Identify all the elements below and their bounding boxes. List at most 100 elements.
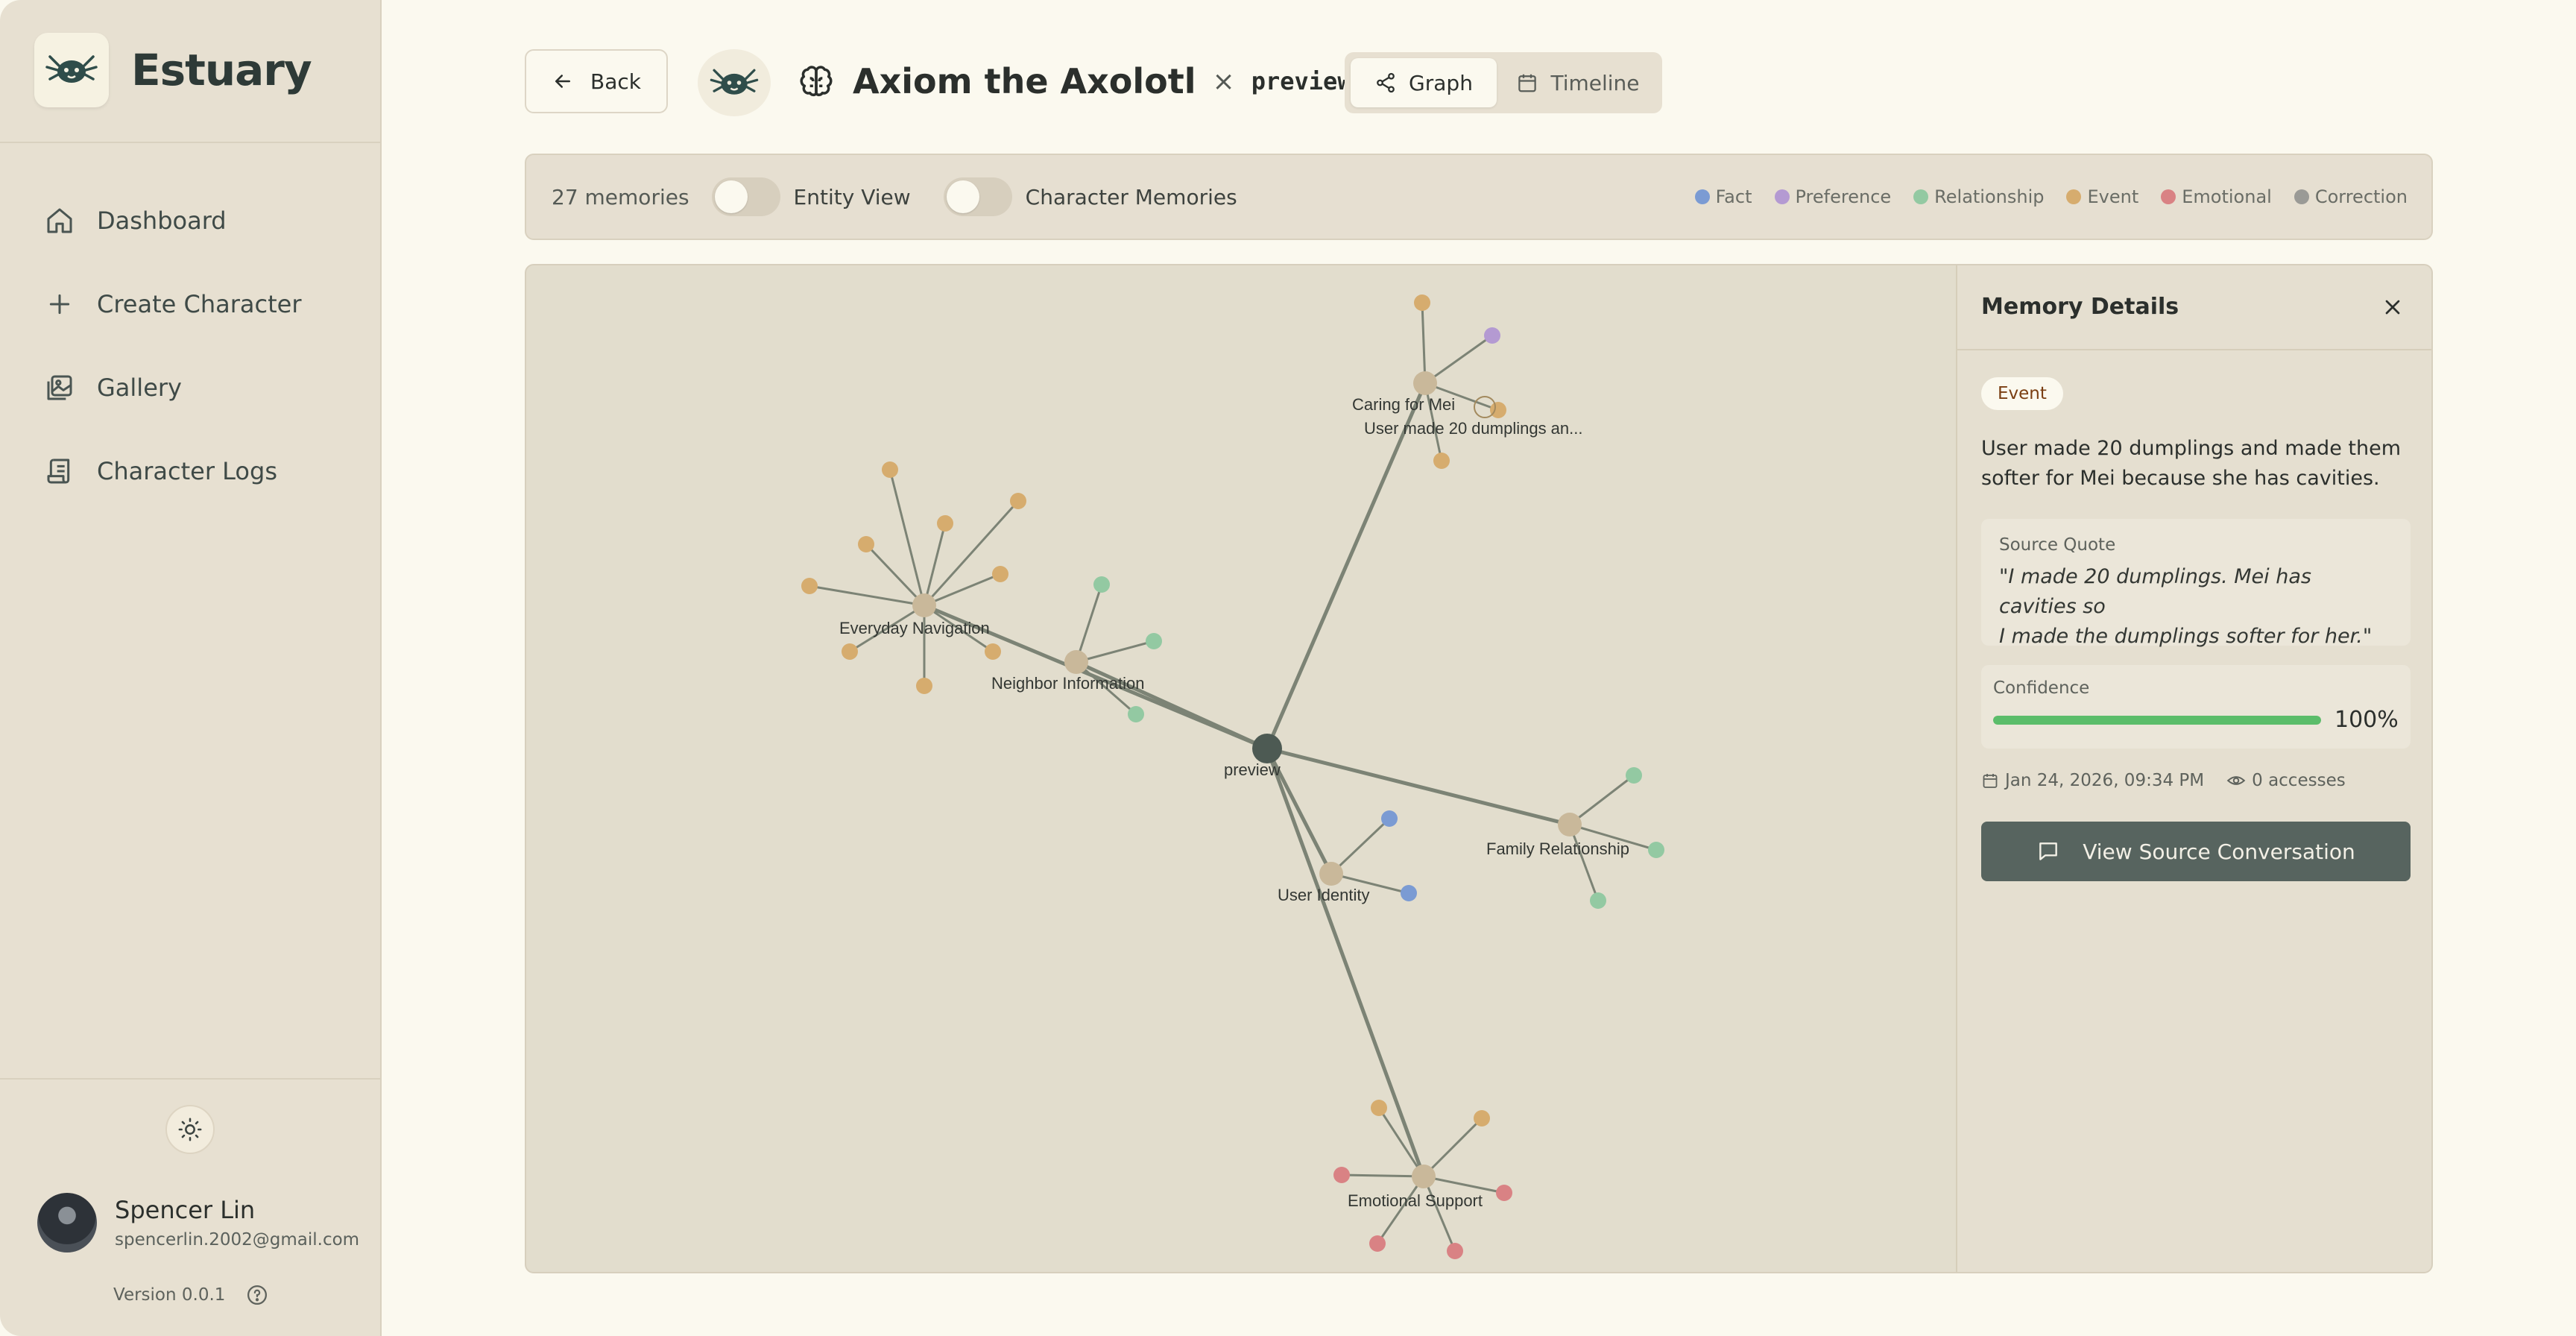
memory-node[interactable]: [992, 566, 1008, 582]
legend-dot: [2066, 189, 2082, 204]
memory-node[interactable]: [1333, 1167, 1350, 1183]
source-quote-line: I made the dumplings softer for her.": [1999, 625, 2373, 648]
sidebar-item-gallery[interactable]: Gallery: [43, 346, 301, 429]
memory-node[interactable]: [1369, 1235, 1386, 1252]
arrow-left-icon: [555, 75, 570, 88]
memory-node[interactable]: [1414, 294, 1430, 311]
memory-node[interactable]: [1010, 493, 1026, 509]
legend-item-event[interactable]: Event: [2066, 186, 2138, 207]
memory-edge: [924, 573, 1001, 607]
cluster-node[interactable]: [1064, 650, 1088, 674]
confidence-label: Confidence: [1993, 678, 2090, 698]
sidebar-divider: [0, 142, 382, 143]
memory-edge: [1423, 1175, 1505, 1194]
cluster-label: Neighbor Information: [991, 674, 1144, 693]
sidebar-item-dashboard[interactable]: Dashboard: [43, 179, 301, 262]
cluster-node[interactable]: [1319, 862, 1343, 886]
memory-node[interactable]: [1474, 1110, 1490, 1127]
tab-timeline-label: Timeline: [1550, 70, 1640, 95]
memory-node[interactable]: [1146, 633, 1162, 649]
confidence-box: Confidence 100%: [1981, 665, 2411, 749]
user-profile[interactable]: Spencer Lin spencerlin.2002@gmail.com: [37, 1193, 359, 1252]
memory-node[interactable]: [882, 461, 898, 478]
memory-node[interactable]: [1381, 810, 1398, 827]
memory-meta: Jan 24, 2026, 09:34 PM 0 accesses: [1981, 771, 2368, 790]
cluster-node[interactable]: [1412, 1165, 1436, 1188]
message-icon: [2039, 842, 2058, 860]
page-subtitle: preview: [1251, 67, 1352, 95]
theme-toggle-button[interactable]: [165, 1105, 215, 1154]
memory-node[interactable]: [1590, 892, 1606, 909]
cluster-node[interactable]: [1558, 813, 1582, 836]
legend-item-emotional[interactable]: Emotional: [2161, 186, 2272, 207]
legend-item-relationship[interactable]: Relationship: [1913, 186, 2044, 207]
sidebar-item-label: Dashboard: [97, 207, 227, 235]
sidebar-item-label: Character Logs: [97, 457, 277, 485]
memory-node[interactable]: [1484, 327, 1500, 344]
legend-dot: [1913, 189, 1929, 204]
memory-node[interactable]: [1371, 1100, 1387, 1116]
memory-node[interactable]: [916, 678, 932, 694]
brain-icon: [800, 66, 833, 97]
memory-node[interactable]: [937, 515, 953, 532]
close-icon[interactable]: [2381, 295, 2405, 319]
sidebar-item-create-character[interactable]: Create Character: [43, 262, 301, 346]
legend-label: Preference: [1795, 186, 1892, 207]
memory-edge: [1076, 640, 1155, 664]
version-info: Version 0.0.1: [113, 1284, 268, 1306]
app-name: Estuary: [131, 45, 312, 95]
help-icon[interactable]: [246, 1284, 268, 1306]
cluster-label: User Identity: [1278, 886, 1370, 904]
memory-edge: [1376, 1176, 1425, 1244]
memory-node[interactable]: [985, 643, 1001, 660]
memory-node[interactable]: [1401, 885, 1417, 901]
memory-node[interactable]: [1093, 576, 1110, 593]
details-title: Memory Details: [1981, 294, 2179, 320]
tab-timeline[interactable]: Timeline: [1500, 58, 1656, 107]
root-node[interactable]: [1252, 734, 1282, 763]
sidebar-nav: Dashboard Create Character Gallery Chara…: [43, 179, 301, 513]
legend: Fact Preference Relationship Event Emoti…: [1694, 155, 2408, 239]
back-button[interactable]: Back: [525, 49, 668, 113]
memory-node[interactable]: [1648, 842, 1664, 858]
memory-edge: [1330, 817, 1391, 875]
access-count: 0 accesses: [2252, 771, 2346, 790]
memory-node[interactable]: [1626, 767, 1642, 784]
cluster-node[interactable]: [1413, 371, 1437, 395]
memory-graph[interactable]: Caring for Mei Everyday Navigation Neigh…: [526, 265, 1956, 1273]
root-edge: [1266, 746, 1570, 827]
memory-edge: [1075, 584, 1103, 663]
memory-edge: [888, 469, 926, 606]
eye-icon: [2226, 776, 2246, 785]
memory-node[interactable]: [1433, 453, 1450, 469]
legend-item-preference[interactable]: Preference: [1774, 186, 1892, 207]
memory-node[interactable]: [1490, 402, 1506, 418]
tab-graph[interactable]: Graph: [1351, 58, 1497, 107]
calendar-icon: [1518, 74, 1537, 92]
memory-node[interactable]: [1496, 1185, 1512, 1201]
character-memories-toggle[interactable]: [943, 177, 1012, 216]
filter-bar: 27 memories Entity View Character Memori…: [525, 154, 2433, 240]
entity-view-toggle[interactable]: [711, 177, 780, 216]
legend-item-correction[interactable]: Correction: [2294, 186, 2408, 207]
memory-node[interactable]: [858, 536, 874, 552]
character-memories-label: Character Memories: [1025, 184, 1237, 209]
legend-item-fact[interactable]: Fact: [1694, 186, 1752, 207]
memory-node[interactable]: [1447, 1243, 1463, 1259]
cluster-label: Family Relationship: [1486, 839, 1629, 858]
legend-dot: [2294, 189, 2309, 204]
sidebar-item-character-logs[interactable]: Character Logs: [43, 429, 301, 513]
cluster-node[interactable]: [912, 593, 936, 617]
brand[interactable]: Estuary: [34, 33, 312, 107]
character-avatar: [698, 49, 771, 116]
back-label: Back: [590, 69, 641, 94]
confidence-value: 100%: [2334, 707, 2399, 733]
page-title-group: Axiom the Axolotl × preview: [798, 55, 1352, 107]
memory-node[interactable]: [801, 578, 818, 594]
view-source-conversation-button[interactable]: View Source Conversation: [1981, 822, 2411, 881]
memory-node[interactable]: [1128, 706, 1144, 722]
version-label: Version 0.0.1: [113, 1285, 226, 1305]
legend-label: Fact: [1715, 186, 1752, 207]
root-edge: [1265, 382, 1427, 749]
memory-node[interactable]: [842, 643, 858, 660]
